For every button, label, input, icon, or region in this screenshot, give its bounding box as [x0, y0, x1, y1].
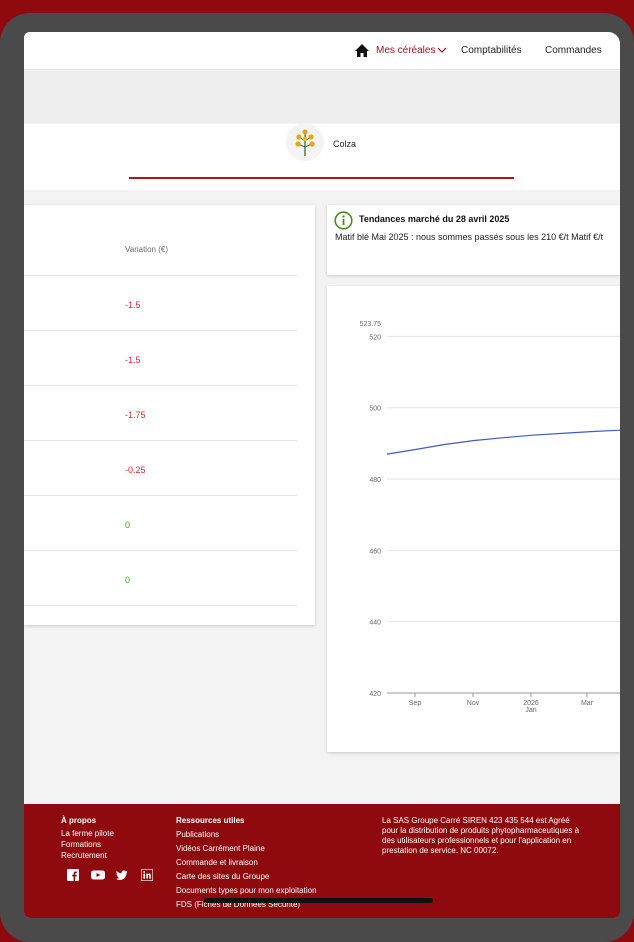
variation-cell: -1.5: [125, 355, 141, 365]
row-divider: [24, 550, 297, 551]
variation-cell: -0.25: [125, 465, 146, 475]
facebook-icon[interactable]: [67, 869, 79, 881]
footer-link[interactable]: Vidéos Carrément Plaine: [176, 844, 265, 853]
page-header-band: [24, 71, 620, 123]
nav-comptabilites[interactable]: Comptabilités: [461, 45, 522, 56]
rapeseed-flower-icon: [295, 129, 315, 156]
price-table-card: Variation (€) -1.5 -1.5 -1.75 -0.25 0 0: [24, 205, 315, 625]
x-tick-label: 2026: [523, 700, 539, 707]
row-divider: [24, 440, 297, 441]
twitter-icon[interactable]: [116, 869, 128, 881]
active-tab-underline: [129, 177, 514, 179]
variation-cell: -1.5: [125, 300, 141, 310]
footer-ressources-title: Ressources utiles: [176, 816, 245, 825]
footer-link[interactable]: Carte des sites du Groupe: [176, 872, 269, 881]
top-navigation: Mes céréales Comptabilités Commandes: [24, 32, 620, 70]
app-screen: Mes céréales Comptabilités Commandes Col…: [24, 32, 620, 918]
x-tick-label: Mar: [581, 700, 594, 707]
nav-mes-cereales[interactable]: Mes céréales: [376, 45, 435, 56]
youtube-icon[interactable]: [91, 869, 105, 881]
x-tick-sublabel: Jan: [525, 707, 536, 714]
variation-cell: -1.75: [125, 410, 146, 420]
y-tick-label: 480: [369, 477, 381, 484]
y-tick-label: 440: [369, 620, 381, 627]
y-tick-label: 500: [369, 406, 381, 413]
footer-link[interactable]: La ferme pilote: [61, 829, 114, 838]
footer-apropos-title: À propos: [61, 816, 97, 825]
row-divider: [24, 605, 297, 606]
variation-cell: 0: [125, 575, 131, 585]
row-divider: [24, 330, 297, 331]
y-tick-label: 523.75: [360, 321, 382, 328]
row-divider: [24, 495, 297, 496]
variation-cell: 0: [125, 520, 131, 530]
home-indicator[interactable]: [204, 898, 433, 903]
trend-text: Matif blé Mai 2025 : nous sommes passés …: [335, 232, 604, 242]
row-divider: [24, 385, 297, 386]
column-header-variation: Variation (€): [125, 245, 168, 254]
price-chart-card: 523.75 520 500 480 460 440 420 Sep Nov 2026 Jan Mar: [327, 286, 620, 752]
y-tick-label: 460: [369, 548, 381, 555]
crop-tab-colza[interactable]: [286, 123, 324, 161]
row-divider: [24, 275, 297, 276]
y-tick-label: 520: [369, 334, 381, 341]
footer-link[interactable]: Recrutement: [61, 851, 107, 860]
y-tick-label: 420: [369, 691, 381, 698]
crop-name-label[interactable]: Colza: [333, 139, 356, 149]
footer-link[interactable]: Documents types pour mon exploitation: [176, 886, 317, 895]
footer-link[interactable]: Formations: [61, 840, 101, 849]
info-icon: [334, 211, 353, 230]
footer-legal-text: La SAS Groupe Carré SIREN 423 435 544 es…: [382, 816, 580, 855]
market-trend-card: Tendances marché du 28 avril 2025 Matif …: [327, 205, 620, 275]
linkedin-icon[interactable]: [141, 869, 153, 881]
price-series-line: [386, 429, 620, 455]
chevron-down-icon[interactable]: [437, 45, 447, 55]
footer-link[interactable]: Publications: [176, 830, 219, 839]
x-tick-label: Nov: [467, 700, 480, 707]
x-tick-label: Sep: [409, 700, 422, 707]
nav-commandes[interactable]: Commandes: [545, 45, 602, 56]
footer-link[interactable]: Commande et livraison: [176, 858, 258, 867]
price-line-chart: 523.75 520 500 480 460 440 420 Sep Nov 2026Jan Mar: [360, 321, 620, 714]
hardware-button: [570, 18, 610, 32]
home-icon[interactable]: [354, 43, 370, 58]
trend-title: Tendances marché du 28 avril 2025: [359, 214, 510, 224]
